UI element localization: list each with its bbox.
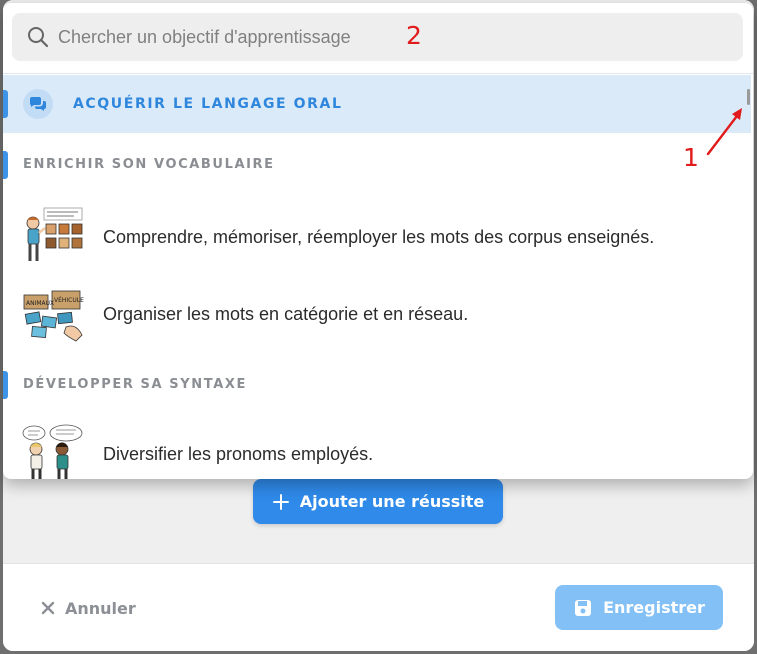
- search-input[interactable]: [58, 26, 578, 48]
- annotation-label-2: 2: [406, 21, 422, 50]
- save-label: Enregistrer: [603, 598, 705, 617]
- objective-item[interactable]: Diversifier les pronoms employés.: [3, 418, 751, 479]
- search-box[interactable]: [12, 13, 743, 61]
- add-success-button[interactable]: Ajouter une réussite: [253, 479, 503, 524]
- group-header-vocabulary: ENRICHIR SON VOCABULAIRE: [23, 157, 275, 172]
- group-accent-bar: [3, 151, 8, 179]
- chat-bubbles-icon: [23, 89, 53, 119]
- scrollbar-thumb[interactable]: [747, 89, 750, 105]
- selection-accent-bar: [3, 90, 8, 118]
- group-header-syntax: DÉVELOPPER SA SYNTAXE: [23, 377, 247, 392]
- objective-list: ACQUÉRIR LE LANGAGE ORAL ENRICHIR SON VO…: [3, 73, 753, 479]
- objective-label: Comprendre, mémoriser, réemployer les mo…: [103, 227, 655, 247]
- objective-item[interactable]: Comprendre, mémoriser, réemployer les mo…: [3, 201, 751, 271]
- domain-row-selected[interactable]: ACQUÉRIR LE LANGAGE ORAL: [3, 75, 751, 133]
- add-success-label: Ajouter une réussite: [299, 492, 485, 511]
- search-area: 2: [3, 3, 753, 73]
- illustration-memorize-words: [26, 207, 83, 261]
- cancel-button[interactable]: Annuler: [41, 596, 136, 620]
- save-button[interactable]: Enregistrer: [555, 585, 723, 630]
- close-icon: [41, 601, 55, 615]
- annotation-arrow: [706, 108, 742, 156]
- search-icon: [28, 27, 49, 48]
- svg-text:VÉHICULES: VÉHICULES: [54, 296, 84, 304]
- group-accent-bar: [3, 371, 8, 399]
- cancel-label: Annuler: [65, 598, 136, 618]
- objective-label: Organiser les mots en catégorie et en ré…: [103, 304, 469, 324]
- selected-domain-label: ACQUÉRIR LE LANGAGE ORAL: [73, 96, 343, 112]
- objective-label: Diversifier les pronoms employés.: [103, 444, 374, 464]
- svg-text:ANIMAUX: ANIMAUX: [26, 300, 54, 307]
- plus-icon: [272, 493, 289, 510]
- illustration-pronouns-dialogue: [22, 424, 83, 479]
- illustration-word-categories: ANIMAUX VÉHICULES: [23, 290, 84, 342]
- floppy-disk-icon: [575, 599, 592, 616]
- list-divider: [3, 73, 753, 74]
- learning-objective-dropdown: 2 ACQUÉRIR LE LANGAGE ORAL ENRICHIR SON …: [3, 3, 753, 479]
- annotation-label-1: 1: [683, 143, 699, 172]
- objective-item[interactable]: ANIMAUX VÉHICULES Organiser les mots en …: [3, 278, 751, 348]
